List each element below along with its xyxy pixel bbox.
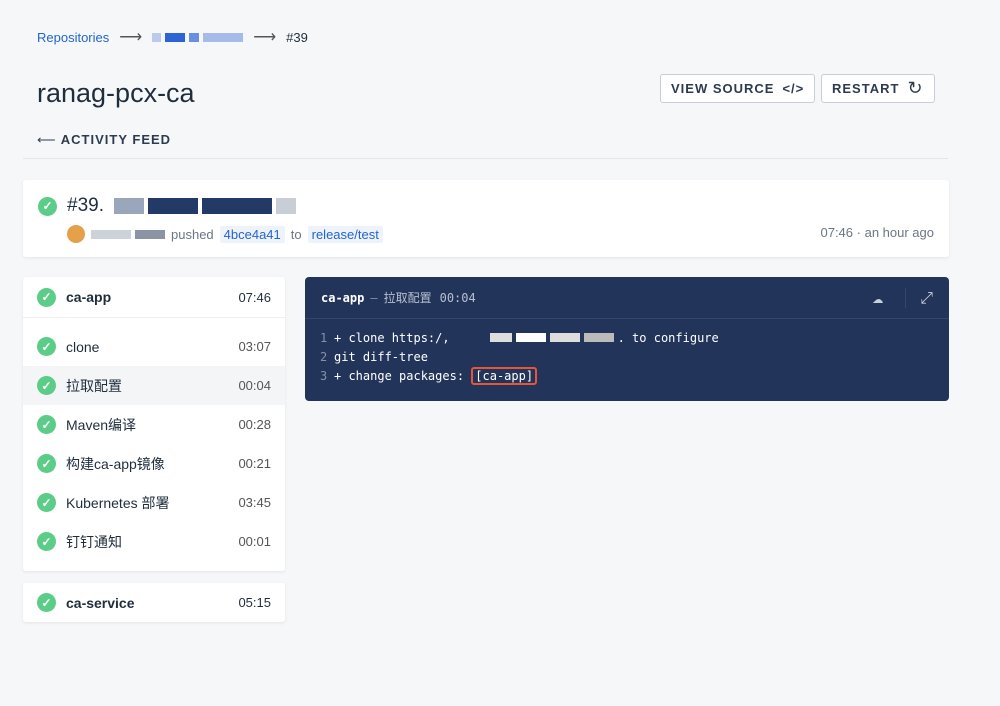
build-summary-card: ✓ #39. pushed 4bce4a41 to release/test 0… [23, 180, 949, 257]
step-item[interactable]: ✓ Maven编译 00:28 [23, 405, 285, 444]
breadcrumb: Repositories ⟶ ⟶ #39 [37, 27, 308, 47]
success-check-icon: ✓ [37, 593, 56, 612]
success-check-icon: ✓ [37, 376, 56, 395]
log-panel: ca-app — 拉取配置 00:04 ☁ ⤢ 1 + clone https:/… [305, 277, 949, 401]
step-time: 00:28 [238, 417, 271, 432]
step-item[interactable]: ✓ Kubernetes 部署 03:45 [23, 483, 285, 522]
url-redacted [489, 333, 614, 342]
stage-card-ca-app: ✓ ca-app 07:46 ✓ clone 03:07 ✓ 拉取配置 00:04 ✓ Mav… [23, 277, 285, 571]
step-time: 00:01 [238, 534, 271, 549]
stage-name: ca-app [66, 289, 112, 305]
log-line: 2 git diff-tree [305, 347, 949, 366]
step-item[interactable]: ✓ clone 03:07 [23, 327, 285, 366]
activity-feed-label: ACTIVITY FEED [60, 132, 172, 147]
step-name: Kubernetes 部署 [66, 494, 170, 511]
restart-label: RESTART [832, 81, 900, 96]
page-title: ranag-pcx-ca [37, 78, 195, 108]
separator: — [370, 290, 378, 305]
log-line: 1 + clone https:/, . to configure [305, 328, 949, 347]
arrow-right-icon: ⟶ [253, 29, 277, 46]
breadcrumb-build: #39 [286, 29, 308, 45]
commit-message-redacted [113, 198, 296, 214]
stage-card-ca-service[interactable]: ✓ ca-service 05:15 [23, 583, 285, 622]
success-check-icon: ✓ [37, 532, 56, 551]
restart-button[interactable]: RESTART ↻ [821, 74, 935, 103]
arrow-right-icon: ⟶ [119, 29, 143, 46]
step-name: Maven编译 [66, 416, 137, 433]
breadcrumb-repo-redacted[interactable] [152, 32, 244, 42]
log-step: 拉取配置 [383, 291, 432, 305]
log-time: 00:04 [439, 290, 476, 305]
expand-icon[interactable]: ⤢ [905, 287, 933, 308]
log-header: ca-app — 拉取配置 00:04 ☁ ⤢ [305, 277, 949, 319]
success-check-icon: ✓ [37, 415, 56, 434]
to-label: to [290, 226, 302, 242]
line-text: + clone https:/, [334, 330, 450, 345]
step-name: 拉取配置 [66, 377, 122, 394]
step-time: 00:04 [238, 378, 271, 393]
step-time: 00:21 [238, 456, 271, 471]
arrow-left-icon: ⟵ [37, 132, 57, 147]
success-check-icon: ✓ [38, 196, 57, 216]
commit-link[interactable]: 4bce4a41 [219, 225, 285, 243]
line-number: 1 [320, 330, 328, 345]
log-line: 3 + change packages: [ca-app] [305, 366, 949, 385]
stage-header[interactable]: ✓ ca-app 07:46 [23, 277, 285, 318]
step-time: 03:07 [238, 339, 271, 354]
step-name: 构建ca-app镜像 [66, 455, 165, 472]
build-number: #39. [67, 195, 104, 216]
time: 07:46 [820, 225, 854, 240]
success-check-icon: ✓ [37, 287, 56, 307]
download-icon[interactable]: ☁ [872, 287, 883, 308]
activity-feed-link[interactable]: ⟵ ACTIVITY FEED [37, 132, 171, 148]
breadcrumb-repositories[interactable]: Repositories [37, 30, 109, 45]
line-text: git diff-tree [334, 349, 428, 364]
step-item-selected[interactable]: ✓ 拉取配置 00:04 [23, 366, 285, 405]
stage-header[interactable]: ✓ ca-service 05:15 [23, 583, 285, 622]
stage-time: 07:46 [238, 289, 271, 305]
time-ago: an hour ago [864, 225, 934, 240]
success-check-icon: ✓ [37, 493, 56, 512]
view-source-label: VIEW SOURCE [671, 81, 775, 96]
branch-link[interactable]: release/test [307, 225, 383, 243]
view-source-button[interactable]: VIEW SOURCE </> [660, 74, 816, 103]
highlighted-package: [ca-app] [471, 366, 538, 385]
step-item[interactable]: ✓ 钉钉通知 00:01 [23, 522, 285, 561]
success-check-icon: ✓ [37, 337, 56, 356]
divider [23, 158, 948, 159]
step-name: clone [66, 338, 100, 355]
line-number: 3 [320, 368, 328, 383]
avatar [67, 225, 85, 243]
line-text: . to configure [617, 330, 719, 345]
stage-time: 05:15 [238, 595, 271, 610]
line-text: + change packages: [334, 368, 472, 383]
success-check-icon: ✓ [37, 454, 56, 473]
stage-name: ca-service [66, 594, 135, 611]
line-number: 2 [320, 349, 328, 364]
build-time: 07:46 · an hour ago [820, 225, 934, 240]
step-name: 钉钉通知 [66, 533, 122, 550]
step-item[interactable]: ✓ 构建ca-app镜像 00:21 [23, 444, 285, 483]
author-redacted [91, 229, 165, 239]
code-icon: </> [782, 81, 805, 96]
log-stage: ca-app [321, 290, 365, 305]
pushed-label: pushed [171, 226, 214, 242]
step-time: 03:45 [238, 495, 271, 510]
refresh-icon: ↻ [907, 78, 924, 98]
